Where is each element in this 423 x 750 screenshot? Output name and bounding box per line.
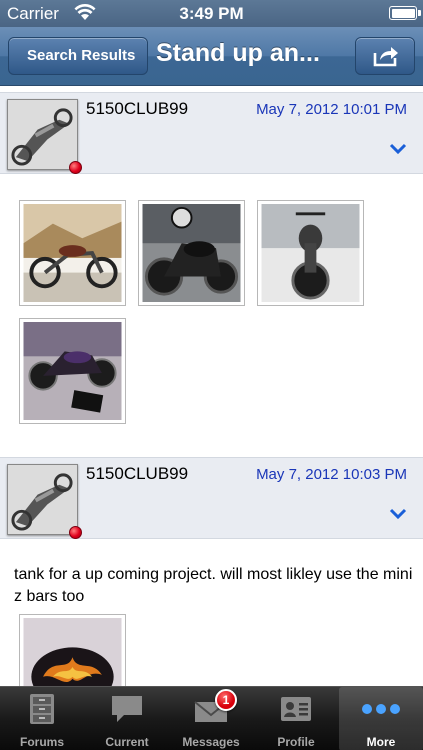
motorcycle-photo [23,204,122,302]
id-card-icon [281,697,311,721]
share-button[interactable] [355,37,415,75]
motorcycle-avatar-image [8,465,77,534]
post-username[interactable]: 5150CLUB99 [86,464,188,484]
page-title: Stand up an... [156,39,320,67]
post-header: 5150CLUB99 May 7, 2012 10:03 PM [0,457,423,539]
post-username[interactable]: 5150CLUB99 [86,99,188,119]
battery-icon [389,6,421,20]
tab-more[interactable]: More [339,687,423,750]
attachment-thumbnail[interactable] [257,200,364,306]
tab-current[interactable]: Current [85,687,169,750]
post-header: 5150CLUB99 May 7, 2012 10:01 PM [0,92,423,174]
tab-label: Forums [19,735,64,749]
clock: 3:49 PM [179,4,244,23]
tab-profile[interactable]: Profile [254,687,338,750]
avatar[interactable] [7,99,78,170]
tab-label: More [366,735,396,749]
share-icon [373,47,398,67]
attachment-thumbnail[interactable] [138,200,245,306]
chevron-down-icon[interactable] [389,143,407,155]
avatar[interactable] [7,464,78,535]
attachment-thumbnail[interactable] [19,318,126,424]
back-button-label: Search Results [27,47,136,64]
online-status-indicator [69,161,82,174]
navigation-bar: Search Results Stand up an... [0,27,423,86]
speech-bubble-icon [112,696,142,722]
attachment-thumbnail[interactable] [19,200,126,306]
unread-badge: 1 [215,689,237,711]
motorcycle-photo [142,204,241,302]
status-bar: Carrier 3:49 PM [0,0,423,27]
chevron-down-icon[interactable] [389,508,407,520]
post-body-text: tank for a up coming project. will most … [14,566,413,605]
more-dots-icon [362,704,400,714]
cabinet-icon [30,694,54,724]
motorcycle-photo [261,204,360,302]
tab-bar: Forums Current 1 Messages Profile More [0,686,423,750]
tab-label: Current [105,735,149,749]
post-date: May 7, 2012 10:03 PM [256,466,407,483]
post-date: May 7, 2012 10:01 PM [256,101,407,118]
tab-forums[interactable]: Forums [0,687,84,750]
motorcycle-photo [23,322,122,420]
back-button[interactable]: Search Results [8,37,149,75]
online-status-indicator [69,526,82,539]
motorcycle-avatar-image [8,100,77,169]
tab-label: Messages [182,735,240,749]
tab-label: Profile [277,735,315,749]
tab-messages[interactable]: 1 Messages [169,687,253,750]
